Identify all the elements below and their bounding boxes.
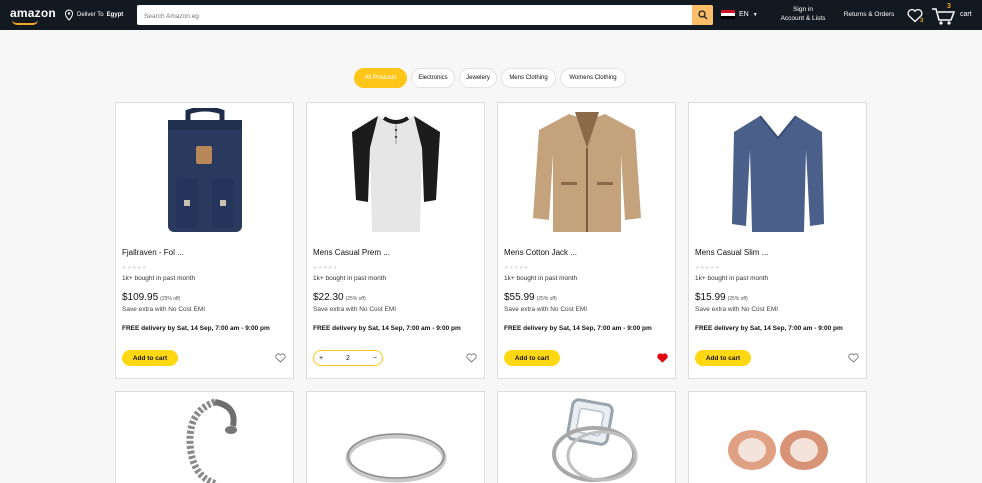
logo-smile-icon	[12, 20, 38, 25]
deliver-location: Egypt	[106, 12, 124, 18]
category-filters: All Products Electronics Jewelery Mens C…	[354, 68, 626, 88]
egypt-flag-icon	[721, 10, 735, 19]
product-image[interactable]	[689, 392, 866, 483]
product-price: $22.30 (25% off)	[313, 292, 366, 303]
ring-icon	[345, 433, 446, 483]
bought-count: 1k+ bought in past month	[504, 275, 578, 282]
product-image[interactable]	[307, 103, 484, 241]
emi-note: Save extra with No Cost EMI	[122, 306, 206, 313]
location-pin-icon	[64, 9, 74, 21]
add-to-cart-button[interactable]: Add to cart	[504, 350, 560, 366]
delivery-info: FREE delivery by Sat, 14 Sep, 7:00 am - …	[122, 325, 270, 332]
product-card[interactable]	[115, 391, 294, 483]
search-bar	[137, 5, 713, 27]
discount-label: (25% off)	[727, 296, 748, 302]
category-womens-clothing[interactable]: Womens Clothing	[560, 68, 626, 88]
deliver-to[interactable]: Deliver To Egypt	[64, 8, 123, 22]
product-card[interactable]	[306, 391, 485, 483]
category-jewelery[interactable]: Jewelery	[459, 68, 497, 88]
category-mens-clothing[interactable]: Mens Clothing	[501, 68, 556, 88]
add-to-cart-button[interactable]: Add to cart	[695, 350, 751, 366]
heart-outline-icon[interactable]	[466, 353, 477, 363]
search-icon	[697, 10, 707, 20]
delivery-info: FREE delivery by Sat, 14 Sep, 7:00 am - …	[313, 325, 461, 332]
product-image[interactable]	[498, 392, 675, 483]
product-title[interactable]: Mens Casual Slim ...	[695, 248, 768, 257]
increment-button[interactable]: +	[319, 355, 323, 362]
delivery-info: FREE delivery by Sat, 14 Sep, 7:00 am - …	[504, 325, 652, 332]
rating-stars: ★★★★★	[504, 265, 529, 271]
amazon-logo[interactable]: amazon	[10, 6, 56, 20]
deliver-prefix: Deliver To	[77, 12, 104, 18]
quantity-value: 2	[346, 354, 350, 362]
language-selector[interactable]: EN ▼	[721, 10, 758, 19]
discount-label: (25% off)	[160, 296, 181, 302]
jacket-icon	[532, 112, 641, 232]
signin-label: Sign in	[793, 6, 813, 13]
product-price: $15.99 (25% off)	[695, 292, 748, 303]
chevron-down-icon: ▼	[752, 11, 758, 18]
cart-icon[interactable]	[931, 4, 955, 26]
bought-count: 1k+ bought in past month	[122, 275, 196, 282]
tshirt-icon	[351, 116, 440, 232]
rating-stars: ★★★★★	[122, 265, 147, 271]
cart-count: 3	[947, 3, 951, 10]
category-all-products[interactable]: All Products	[354, 68, 407, 88]
category-electronics[interactable]: Electronics	[411, 68, 455, 88]
emi-note: Save extra with No Cost EMI	[695, 306, 779, 313]
account-lists-label: Account & Lists	[780, 15, 826, 22]
account-menu[interactable]: Sign in Account & Lists	[776, 5, 830, 23]
product-title[interactable]: Mens Casual Prem ...	[313, 248, 390, 257]
rating-stars: ★★★★★	[313, 265, 338, 271]
bought-count: 1k+ bought in past month	[695, 275, 769, 282]
product-image[interactable]	[307, 392, 484, 483]
product-image[interactable]	[116, 103, 293, 241]
emi-note: Save extra with No Cost EMI	[504, 306, 588, 313]
product-title[interactable]: Fjallraven - Fol ...	[122, 248, 184, 257]
earrings-icon	[727, 430, 828, 470]
product-image[interactable]	[116, 392, 293, 483]
wishlist-count: 3	[920, 18, 924, 24]
cart-label[interactable]: cart	[960, 11, 972, 18]
product-card[interactable]: Mens Cotton Jack ... ★★★★★ 1k+ bought in…	[497, 102, 676, 379]
product-price: $55.99 (25% off)	[504, 292, 557, 303]
language-label: EN	[739, 11, 749, 18]
discount-label: (25% off)	[345, 296, 366, 302]
bracelet-icon	[186, 398, 237, 483]
delivery-info: FREE delivery by Sat, 14 Sep, 7:00 am - …	[695, 325, 843, 332]
product-image[interactable]	[498, 103, 675, 241]
add-to-cart-button[interactable]: Add to cart	[122, 350, 178, 366]
sweater-icon	[731, 115, 824, 232]
rating-stars: ★★★★★	[695, 265, 720, 271]
search-input[interactable]	[137, 6, 687, 27]
product-card[interactable]: Mens Casual Prem ... ★★★★★ 1k+ bought in…	[306, 102, 485, 379]
product-image[interactable]	[689, 103, 866, 241]
heart-filled-icon[interactable]	[657, 353, 668, 363]
emi-note: Save extra with No Cost EMI	[313, 306, 397, 313]
quantity-stepper: + 2 −	[313, 350, 383, 366]
product-card[interactable]	[688, 391, 867, 483]
product-card[interactable]: Mens Casual Slim ... ★★★★★ 1k+ bought in…	[688, 102, 867, 379]
bought-count: 1k+ bought in past month	[313, 275, 387, 282]
product-card[interactable]	[497, 391, 676, 483]
returns-orders-link[interactable]: Returns & Orders	[834, 10, 904, 19]
product-title[interactable]: Mens Cotton Jack ...	[504, 248, 577, 257]
search-button[interactable]	[692, 5, 713, 25]
diamond-ring-icon	[551, 398, 637, 482]
heart-outline-icon[interactable]	[275, 353, 286, 363]
heart-outline-icon[interactable]	[848, 353, 859, 363]
discount-label: (25% off)	[536, 296, 557, 302]
top-nav-bar: amazon Deliver To Egypt EN ▼ Sign in Acc…	[0, 0, 982, 30]
decrement-button[interactable]: −	[373, 355, 377, 362]
product-price: $109.95 (25% off)	[122, 292, 181, 303]
product-card[interactable]: Fjallraven - Fol ... ★★★★★ 1k+ bought in…	[115, 102, 294, 379]
backpack-icon	[167, 108, 242, 232]
